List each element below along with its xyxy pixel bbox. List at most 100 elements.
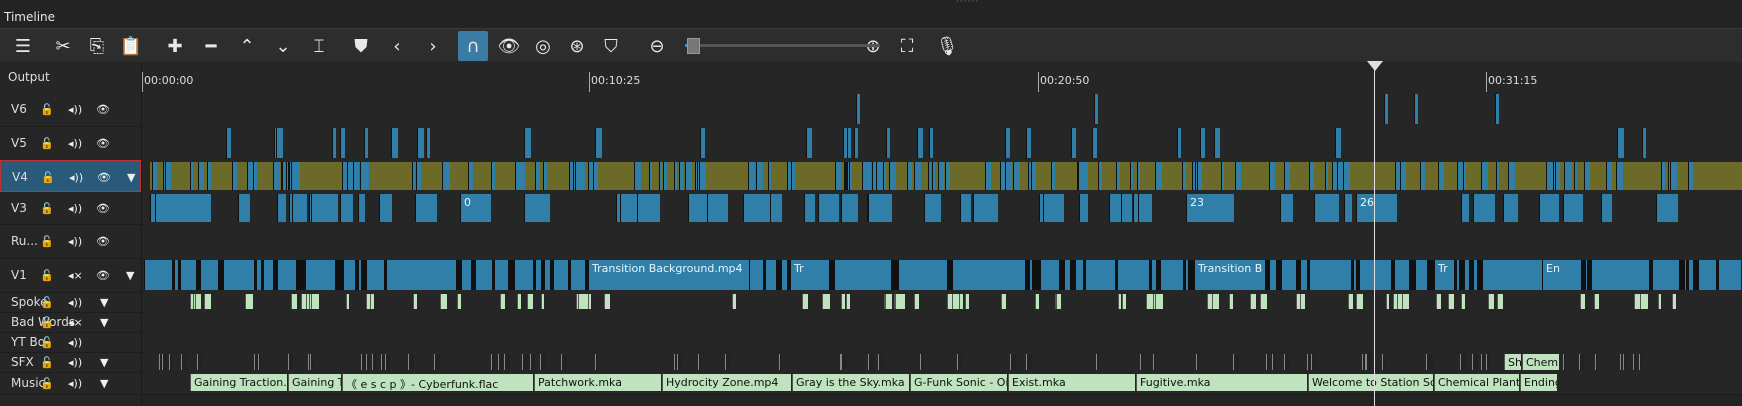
clip[interactable] (1688, 162, 1693, 190)
clip[interactable] (677, 354, 683, 370)
clip[interactable] (1693, 260, 1699, 290)
clip[interactable] (522, 354, 528, 370)
clip[interactable]: Tr (1434, 260, 1451, 290)
track-lane[interactable]: Gaining Traction.mka Gaining Tra 《 e s c p… (142, 372, 1742, 395)
clip[interactable] (604, 294, 610, 309)
clip[interactable] (361, 260, 367, 290)
clip[interactable] (152, 162, 157, 190)
filter-icon[interactable]: ▼ (100, 296, 108, 309)
clip[interactable] (226, 128, 231, 158)
clip[interactable] (1384, 94, 1388, 124)
clip[interactable] (894, 260, 899, 290)
clip[interactable] (1670, 162, 1677, 190)
clip[interactable] (1497, 294, 1503, 309)
clip[interactable] (700, 128, 705, 158)
clip[interactable] (914, 162, 918, 190)
clip[interactable] (1035, 294, 1039, 309)
clip[interactable] (413, 294, 417, 309)
clip[interactable] (1488, 294, 1494, 309)
clip[interactable] (835, 162, 841, 190)
clip[interactable] (1196, 354, 1199, 370)
clip[interactable] (1200, 128, 1205, 158)
clip[interactable] (1098, 162, 1102, 190)
clip[interactable] (155, 194, 181, 222)
clip[interactable] (924, 194, 941, 222)
clip[interactable] (190, 162, 193, 190)
clip[interactable]: Patchwork.mka (534, 374, 661, 391)
track-lane[interactable] (142, 312, 1742, 333)
filter-icon[interactable]: ▼ (126, 269, 134, 282)
clip[interactable] (1457, 162, 1463, 190)
visibility-icon[interactable]: 👁 (96, 202, 110, 215)
clip[interactable] (1427, 260, 1433, 290)
clip[interactable] (172, 260, 175, 290)
clip[interactable] (1155, 294, 1163, 309)
track-header-v6[interactable]: V6 🔓 ◂)) 👁 (0, 92, 141, 127)
track-lane[interactable]: Sh Chemica (142, 352, 1742, 373)
clip[interactable] (595, 128, 602, 158)
clip[interactable] (1121, 194, 1132, 222)
track-header-v5[interactable]: V5 🔓 ◂)) 👁 (0, 126, 141, 161)
clip[interactable] (1156, 260, 1161, 290)
mute-icon[interactable]: ◂× (68, 269, 83, 282)
clip[interactable]: G-Funk Sonic - Oil Oce (910, 374, 1007, 391)
clip[interactable] (778, 260, 782, 290)
clip[interactable] (253, 162, 257, 190)
clip[interactable] (818, 194, 839, 222)
lock-icon[interactable]: 🔓 (40, 269, 54, 282)
clip[interactable] (527, 294, 533, 309)
clip[interactable]: 23 (1186, 194, 1227, 222)
clip[interactable] (1477, 260, 1483, 290)
zoom-fit-icon[interactable]: ⛶ (892, 31, 922, 61)
audio-icon[interactable]: ◂)) (68, 377, 82, 390)
clip[interactable] (540, 354, 546, 370)
clip[interactable] (1266, 354, 1269, 370)
cut-icon[interactable]: ✂ (48, 31, 78, 61)
track-header-v4[interactable]: V4 🔓 ◂)) 👁 ▼ (0, 160, 141, 192)
clip[interactable] (491, 162, 495, 190)
clip[interactable] (288, 354, 293, 370)
lock-icon[interactable]: 🔓 (40, 377, 54, 390)
track-header-music[interactable]: Music 🔓 ◂)) ▼ (0, 372, 141, 395)
clip[interactable] (791, 162, 795, 190)
clip[interactable] (198, 162, 204, 190)
clip[interactable] (500, 294, 505, 309)
clip[interactable] (938, 162, 944, 190)
clip[interactable] (468, 162, 473, 190)
clip[interactable] (847, 128, 851, 158)
audio-icon[interactable]: ◂)) (68, 336, 82, 349)
zoom-out-icon[interactable]: ⊖ (642, 31, 672, 61)
paste-icon[interactable]: 📋 (116, 31, 146, 61)
clip[interactable] (1276, 260, 1282, 290)
scrub-icon[interactable]: 👁 (494, 31, 524, 61)
clip[interactable] (1343, 162, 1350, 190)
zoom-slider-handle[interactable] (687, 38, 700, 54)
clip[interactable] (1661, 162, 1665, 190)
clip[interactable] (366, 294, 370, 309)
clip[interactable] (1233, 354, 1239, 370)
snap-icon[interactable]: ∩ (458, 31, 488, 61)
clip[interactable] (301, 294, 305, 309)
clip[interactable]: Transition B (1194, 260, 1265, 290)
clip[interactable] (379, 194, 392, 222)
overwrite-icon[interactable]: ⌄ (268, 31, 298, 61)
clip[interactable] (1617, 128, 1624, 158)
clip[interactable] (928, 162, 931, 190)
clip[interactable] (578, 294, 586, 309)
clip[interactable] (530, 354, 535, 370)
clip[interactable] (878, 354, 884, 370)
clip[interactable] (498, 354, 503, 370)
clip[interactable] (273, 260, 278, 290)
ripple-all-icon[interactable]: ⊛ (562, 31, 592, 61)
clip[interactable] (1356, 260, 1360, 290)
clip[interactable] (370, 294, 374, 309)
clip[interactable] (1459, 260, 1465, 290)
visibility-icon[interactable]: 👁 (96, 269, 110, 282)
clip[interactable] (889, 162, 896, 190)
clip[interactable] (245, 294, 253, 309)
clip[interactable] (883, 162, 886, 190)
clip[interactable] (335, 260, 338, 290)
clip[interactable] (1481, 162, 1488, 190)
clip[interactable] (985, 162, 990, 190)
clip[interactable] (854, 128, 858, 158)
